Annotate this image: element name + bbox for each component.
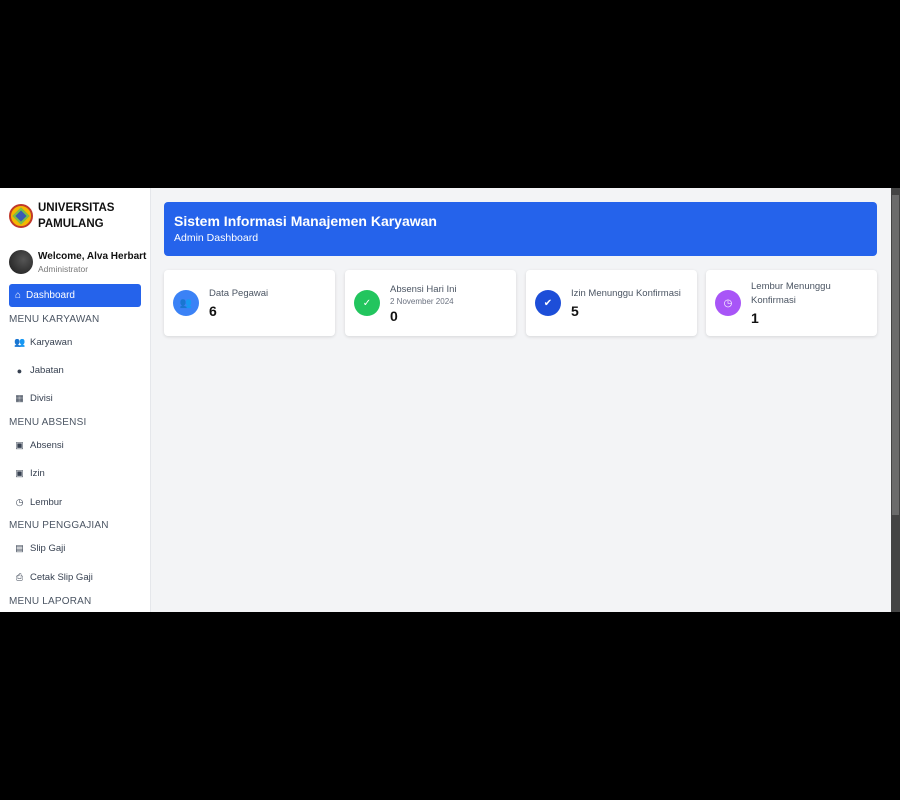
brand-line2: PAMULANG	[38, 218, 104, 230]
app-window: UNIVERSITAS PAMULANG Welcome, Alva Herbar…	[0, 188, 900, 612]
clock-icon: ◷	[15, 497, 24, 507]
user-tie-icon: ●	[16, 365, 23, 376]
section-menu-laporan: MENU LAPORAN	[9, 596, 92, 607]
page-title: Sistem Informasi Manajemen Karyawan	[174, 213, 437, 229]
sidebar-item-label: Cetak Slip Gaji	[30, 572, 93, 583]
calendar-x-icon: ▣	[15, 468, 24, 478]
sidebar-item-label: Absensi	[30, 440, 64, 451]
card-value: 0	[390, 307, 398, 324]
card-absensi-hari-ini[interactable]: ✓ Absensi Hari Ini 2 November 2024 0	[345, 270, 516, 336]
brand-line1: UNIVERSITAS	[38, 202, 115, 214]
sidebar-item-slip-gaji[interactable]: ▤ Slip Gaji	[14, 543, 65, 554]
section-menu-karyawan: MENU KARYAWAN	[9, 314, 100, 325]
users-icon: 👥	[173, 290, 199, 316]
sidebar-item-cetak-slip-gaji[interactable]: ⎙ Cetak Slip Gaji	[14, 572, 93, 583]
calendar-check-icon: ▣	[15, 440, 24, 450]
check-circle-icon: ✔	[535, 290, 561, 316]
main-content: Sistem Informasi Manajemen Karyawan Admi…	[151, 188, 891, 612]
card-date: 2 November 2024	[390, 296, 454, 306]
user-role: Administrator	[38, 263, 89, 274]
sidebar-item-label: Divisi	[30, 393, 53, 404]
card-data-pegawai[interactable]: 👥 Data Pegawai 6	[164, 270, 335, 336]
sidebar-item-dashboard[interactable]: ⌂ Dashboard	[9, 284, 141, 307]
sidebar: UNIVERSITAS PAMULANG Welcome, Alva Herbar…	[0, 188, 151, 612]
card-value: 5	[571, 303, 579, 319]
sidebar-item-label: Lembur	[30, 497, 63, 508]
scrollbar[interactable]	[891, 188, 900, 612]
card-label: Data Pegawai	[209, 288, 269, 299]
page-subtitle: Admin Dashboard	[174, 232, 259, 244]
card-lembur-menunggu[interactable]: ◷ Lembur Menunggu Konfirmasi 1	[706, 270, 877, 336]
university-logo-icon	[9, 204, 33, 228]
home-icon: ⌂	[15, 290, 22, 301]
section-menu-penggajian: MENU PENGGAJIAN	[9, 520, 109, 531]
calendar-check-icon: ✓	[354, 290, 380, 316]
file-invoice-icon: ▤	[15, 543, 24, 553]
sidebar-item-label: Jabatan	[30, 365, 64, 376]
sidebar-item-lembur[interactable]: ◷ Lembur	[14, 497, 63, 508]
sidebar-item-absensi[interactable]: ▣ Absensi	[14, 440, 64, 451]
card-izin-menunggu[interactable]: ✔ Izin Menunggu Konfirmasi 5	[526, 270, 697, 336]
card-value: 1	[751, 310, 759, 326]
sidebar-item-label: Karyawan	[30, 337, 73, 348]
clock-icon: ◷	[715, 290, 741, 316]
header-banner: Sistem Informasi Manajemen Karyawan Admi…	[164, 202, 877, 256]
card-label: Izin Menunggu Konfirmasi	[571, 288, 681, 299]
print-icon: ⎙	[15, 572, 24, 582]
sidebar-item-karyawan[interactable]: 👥 Karyawan	[14, 337, 72, 348]
sitemap-icon: ▦	[15, 393, 24, 403]
users-icon: 👥	[14, 337, 26, 347]
avatar	[9, 250, 33, 274]
sidebar-item-divisi[interactable]: ▦ Divisi	[14, 393, 53, 404]
section-menu-absensi: MENU ABSENSI	[9, 417, 87, 428]
card-label: Absensi Hari Ini	[390, 283, 457, 295]
card-value: 6	[209, 303, 217, 319]
sidebar-item-label: Dashboard	[26, 290, 75, 301]
sidebar-item-jabatan[interactable]: ● Jabatan	[14, 365, 64, 376]
brand[interactable]: UNIVERSITAS PAMULANG	[9, 200, 114, 232]
user-profile: Welcome, Alva Herbart Administrator	[9, 250, 146, 274]
welcome-text: Welcome, Alva Herbart	[38, 250, 147, 262]
card-label: Lembur Menunggu Konfirmasi	[751, 281, 831, 306]
sidebar-item-label: Slip Gaji	[30, 543, 66, 554]
sidebar-item-label: Izin	[30, 468, 45, 479]
scrollbar-thumb[interactable]	[892, 195, 899, 515]
sidebar-item-izin[interactable]: ▣ Izin	[14, 468, 45, 479]
